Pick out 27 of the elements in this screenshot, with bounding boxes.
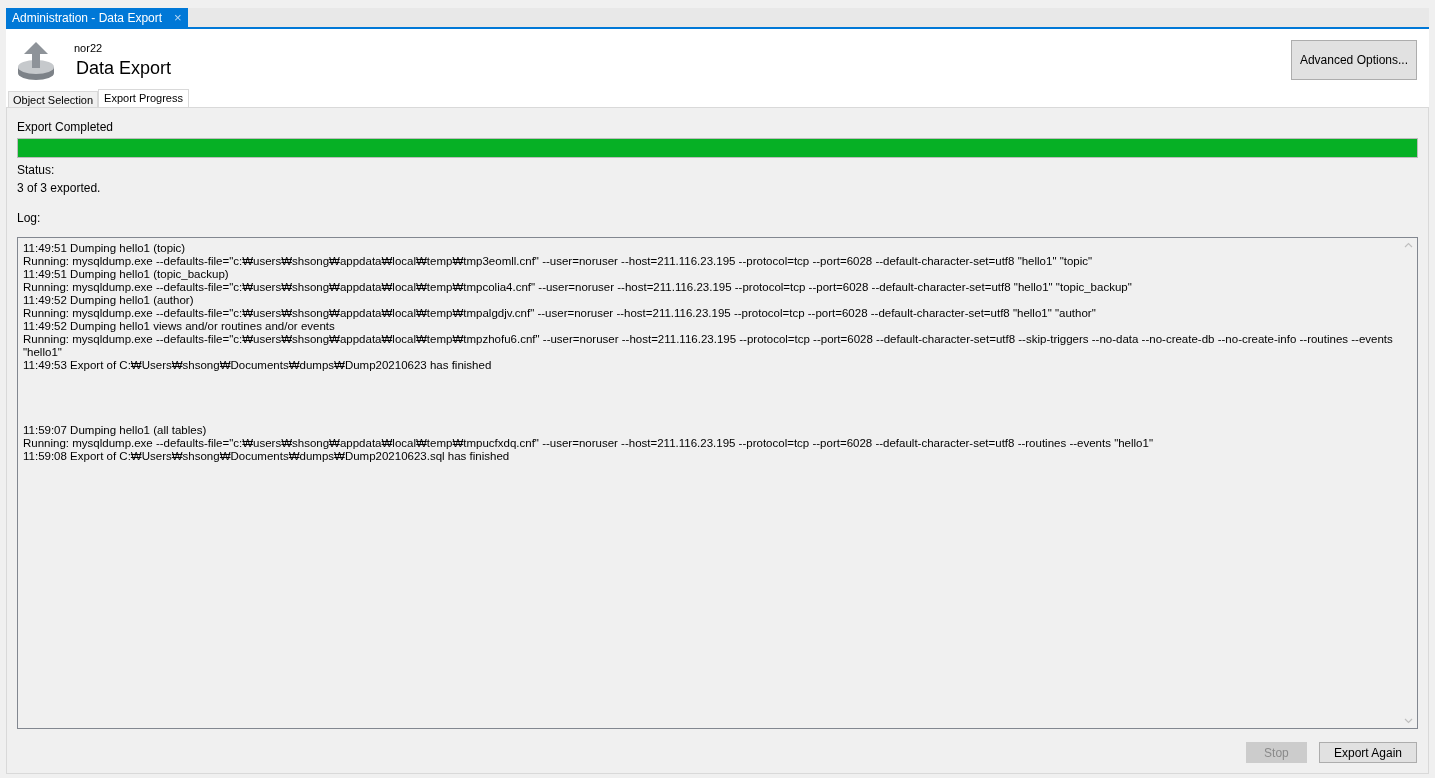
log-line: 11:49:53 Export of C:₩Users₩shsong₩Documents₩dumps₩Dump20210623 has finished bbox=[23, 359, 493, 372]
status-text: 3 of 3 exported. bbox=[17, 180, 102, 197]
log-line: Running: mysqldump.exe --defaults-file="c:₩users₩shsong₩appdata₩local₩temp₩tmpalgdjv.cnf" --user=noruser --host=211.116.23.195 --protocol=tcp --port=6028 --default-character-set=utf8 "hello1" "author" bbox=[23, 307, 1097, 320]
log-line: Running: mysqldump.exe --defaults-file="c:₩users₩shsong₩appdata₩local₩temp₩tmp3eomll.cnf" --user=noruser --host=211.116.23.195 --protocol=tcp --port=6028 --default-character-set=utf8 "hello1" "topic" bbox=[23, 255, 1094, 268]
tab[interactable]: Export Progress bbox=[98, 89, 189, 107]
page-title: Data Export bbox=[76, 56, 172, 79]
connection-name: nor22 bbox=[74, 41, 104, 56]
log-line: 11:49:51 Dumping hello1 (topic_backup) bbox=[23, 268, 230, 281]
log-line: Running: mysqldump.exe --defaults-file="c:₩users₩shsong₩appdata₩local₩temp₩tmpucfxdq.cnf" --user=noruser --host=211.116.23.195 --protocol=tcp --port=6028 --default-character-set=utf8 --routines --events "hello1" bbox=[23, 437, 1154, 450]
advanced-options-button[interactable]: Advanced Options... bbox=[1290, 40, 1417, 80]
progress-label: Export Completed bbox=[17, 119, 115, 136]
document-tab-title: Administration - Data Export bbox=[12, 9, 163, 27]
log-line: 11:49:51 Dumping hello1 (topic) bbox=[23, 242, 187, 255]
log-line: 11:59:08 Export of C:₩Users₩shsong₩Documents₩dumps₩Dump20210623.sql has finished bbox=[23, 450, 511, 463]
upload-disk-icon bbox=[16, 40, 56, 82]
status-label: Status: bbox=[17, 162, 56, 179]
tab[interactable]: Object Selection bbox=[8, 91, 99, 107]
log-line: Running: mysqldump.exe --defaults-file="c:₩users₩shsong₩appdata₩local₩temp₩tmpcolia4.cnf" --user=noruser --host=211.116.23.195 --protocol=tcp --port=6028 --default-character-set=utf8 "hello1" "topic_backup" bbox=[23, 281, 1133, 294]
log-line: 11:59:07 Dumping hello1 (all tables) bbox=[23, 424, 208, 437]
log-line: 11:49:52 Dumping hello1 (author) bbox=[23, 294, 195, 307]
log-line: Running: mysqldump.exe --defaults-file="c:₩users₩shsong₩appdata₩local₩temp₩tmpzhofu6.cnf" --user=noruser --host=211.116.23.195 --protocol=tcp --port=6028 --default-character-set=utf8 --skip-triggers --no-data --no-create-db --no-create-info --routines --events "hello1" bbox=[23, 333, 1394, 359]
scroll-up-icon[interactable] bbox=[1404, 242, 1413, 248]
document-tab[interactable]: Administration - Data Export × bbox=[6, 8, 188, 27]
log-line: 11:49:52 Dumping hello1 views and/or routines and/or events bbox=[23, 320, 336, 333]
scroll-down-icon[interactable] bbox=[1404, 718, 1413, 724]
log-label: Log: bbox=[17, 210, 42, 227]
dialog-button[interactable]: Export Again bbox=[1318, 742, 1417, 763]
